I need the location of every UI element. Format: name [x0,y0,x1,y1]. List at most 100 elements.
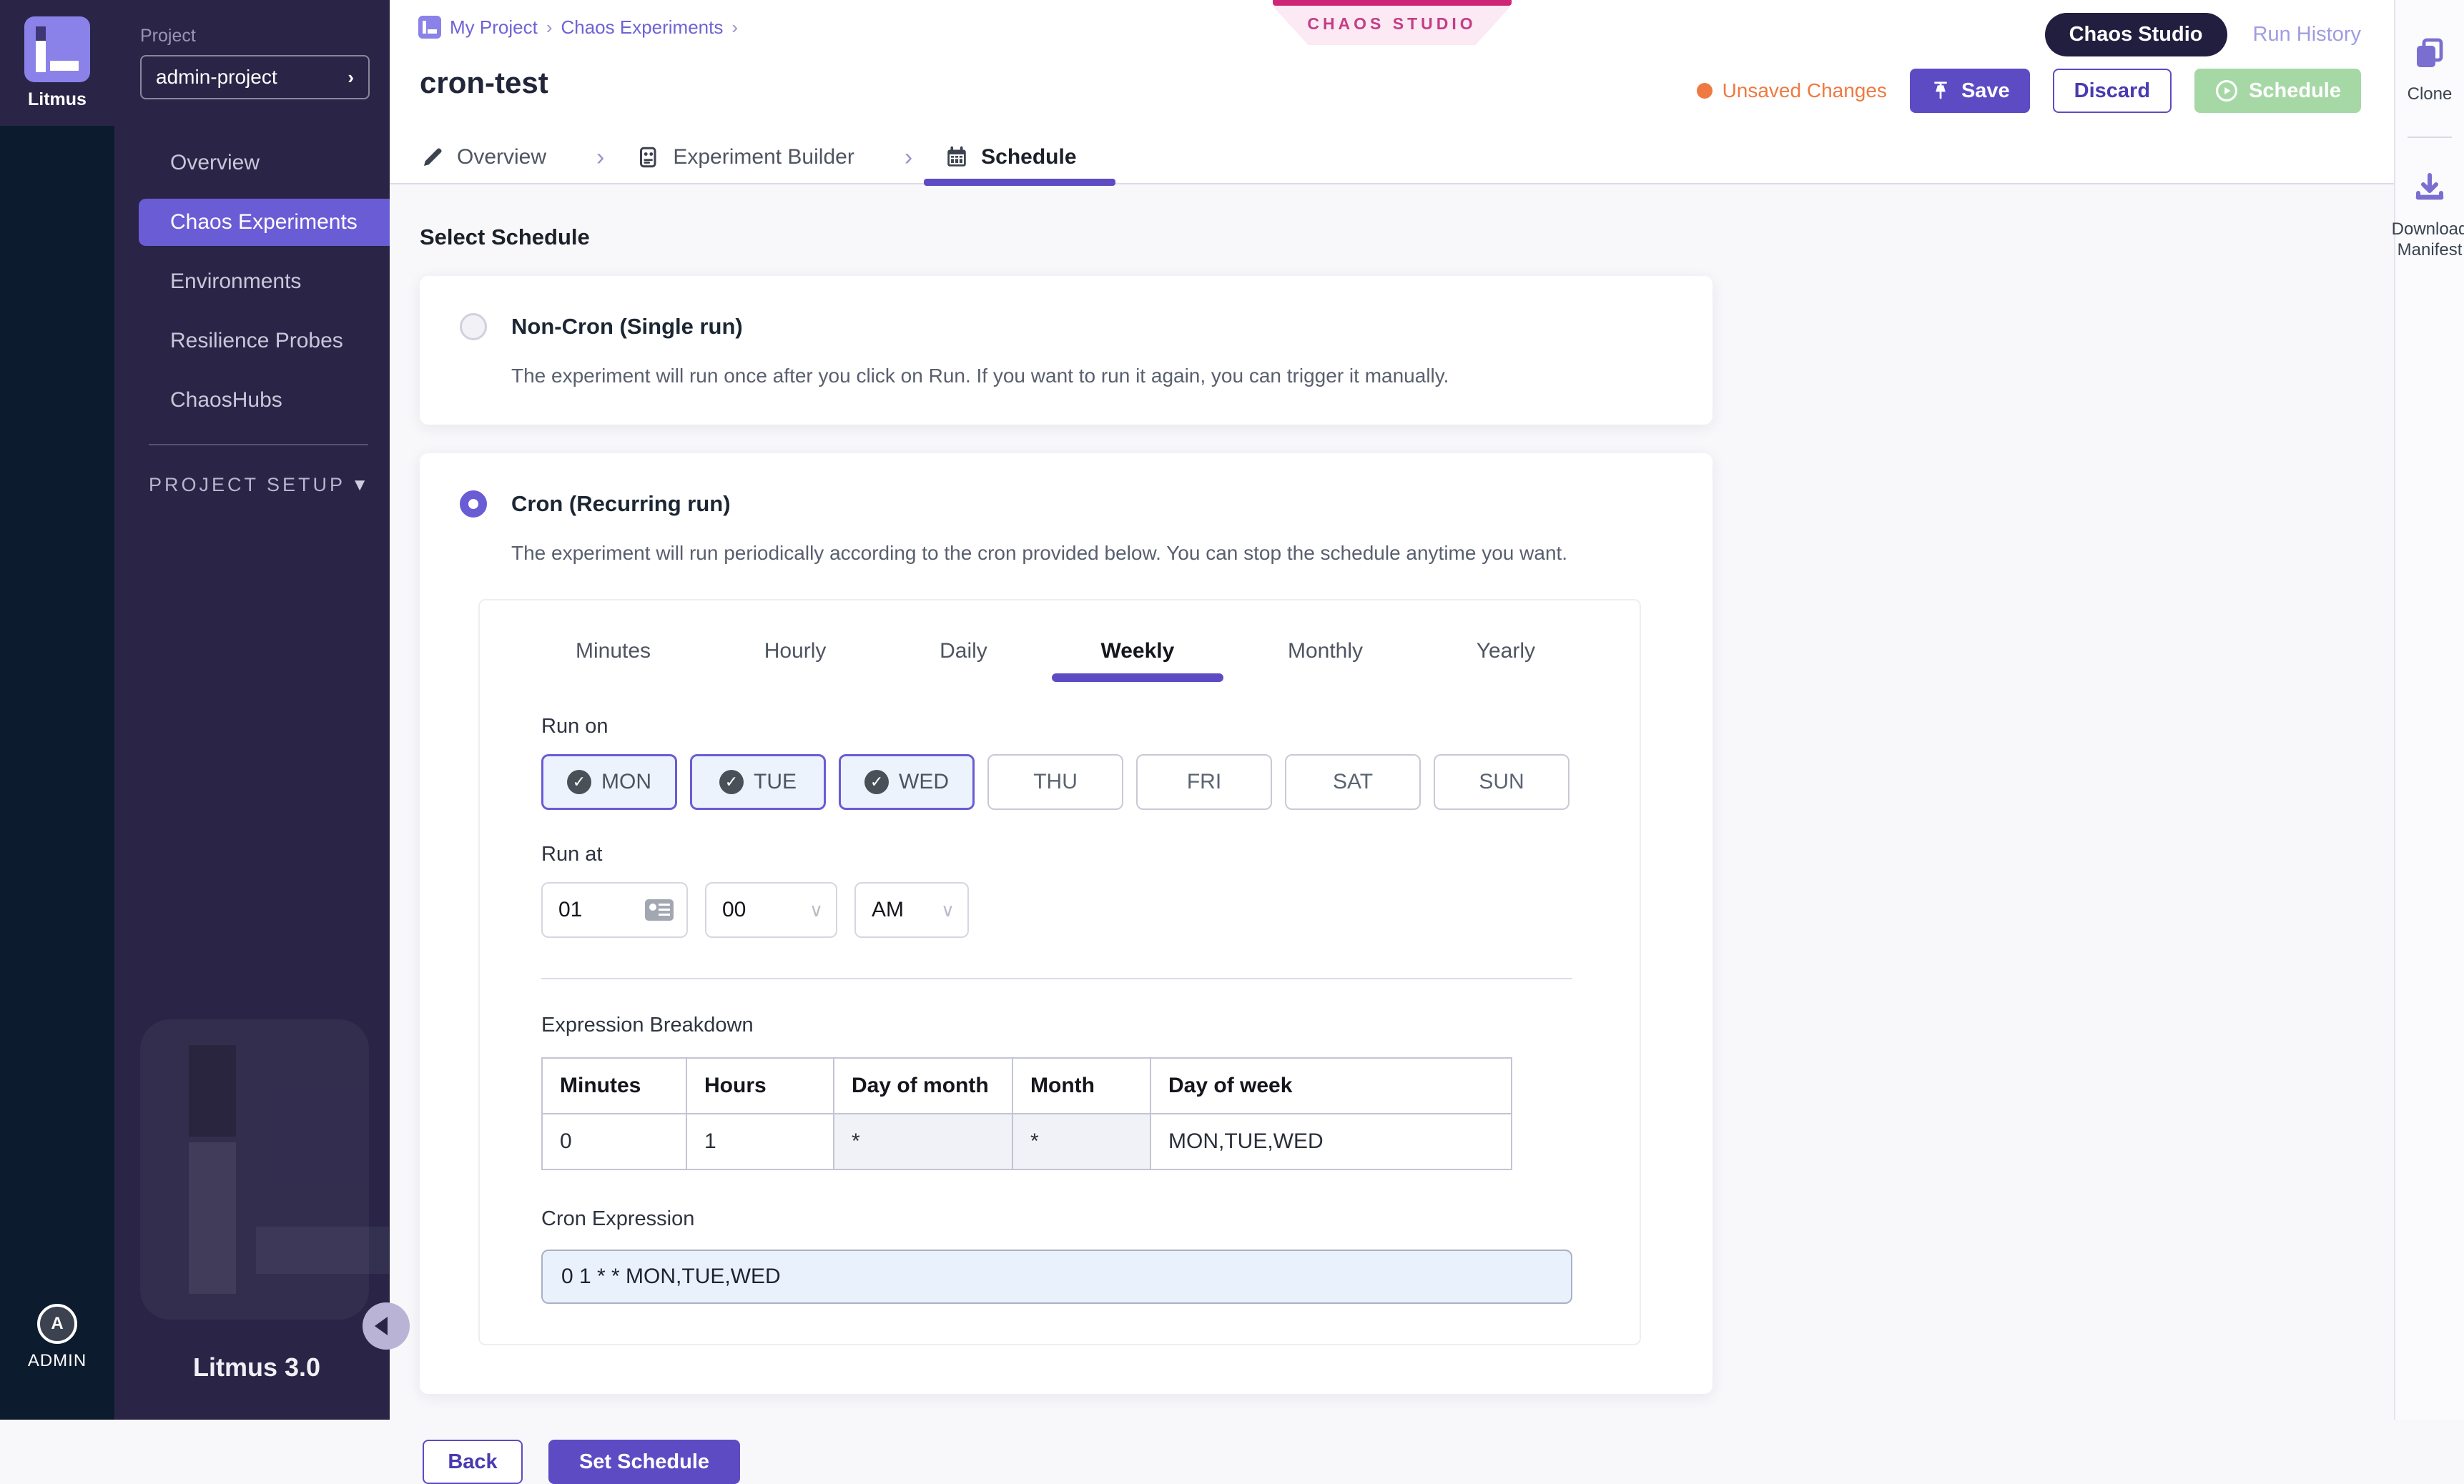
day-chip-thu[interactable]: THU [987,754,1123,810]
project-name: admin-project [156,66,277,89]
project-setup-label: PROJECT SETUP [149,474,345,496]
breakdown-col-month: Month [1012,1058,1150,1114]
breakdown-value-day-of-week: MON,TUE,WED [1150,1114,1512,1169]
download-manifest-button[interactable]: Download Manifest [2392,169,2464,261]
admin-avatar[interactable]: A [37,1304,77,1344]
cron-tab-minutes[interactable]: Minutes [568,626,658,682]
litmus-logo-label: Litmus [28,89,87,110]
right-rail-divider [2408,137,2452,138]
save-button[interactable]: Save [1910,69,2030,113]
litmus-logo[interactable]: Litmus [0,0,114,126]
cron-expression-input[interactable]: 0 1 * * MON,TUE,WED [541,1250,1572,1304]
cron-tab-monthly[interactable]: Monthly [1281,626,1370,682]
breakdown-value-month: * [1012,1114,1150,1169]
expression-breakdown-table: Minutes Hours Day of month Month Day of … [541,1057,1512,1170]
day-chip-mon[interactable]: ✓ MON [541,754,677,810]
chaos-studio-banner: CHAOS STUDIO [1273,0,1512,45]
breadcrumb-separator: › [546,16,553,39]
pin-icon [1930,80,1951,102]
run-history-toggle[interactable]: Run History [2253,23,2362,46]
check-icon: ✓ [719,770,744,794]
check-icon: ✓ [567,770,591,794]
status-dot-icon [1697,83,1713,99]
breakdown-value-day-of-month: * [834,1114,1012,1169]
cron-tab-hourly[interactable]: Hourly [757,626,834,682]
sidebar: Project admin-project › Overview Chaos E… [114,0,390,1420]
breakdown-col-hours: Hours [686,1058,834,1114]
breakdown-col-day-of-month: Day of month [834,1058,1012,1114]
pencil-icon [420,144,445,170]
schedule-button-disabled[interactable]: Schedule [2194,69,2361,113]
project-selector[interactable]: admin-project › [140,55,370,99]
chevron-down-icon: ▼ [351,475,368,495]
tab-overview[interactable]: Overview [420,130,565,184]
discard-button[interactable]: Discard [2053,69,2172,113]
set-schedule-button[interactable]: Set Schedule [548,1440,740,1484]
run-on-label: Run on [541,715,1569,738]
page-title: cron-test [420,66,548,100]
cron-radio[interactable] [460,490,487,518]
main-area: My Project › Chaos Experiments › Chaos S… [390,0,2394,1420]
cron-tab-daily[interactable]: Daily [932,626,995,682]
clone-button[interactable]: Clone [2408,34,2453,105]
litmus-logo-icon [24,16,90,82]
day-chip-fri[interactable]: FRI [1136,754,1272,810]
breakdown-col-minutes: Minutes [542,1058,686,1114]
breadcrumb-litmus-icon [418,16,441,39]
chevron-down-icon: ∨ [809,899,823,921]
cron-description: The experiment will run periodically acc… [511,542,1672,565]
builder-icon [636,144,661,170]
clone-label: Clone [2408,84,2453,105]
breadcrumb-separator: › [731,16,738,39]
footer-actions: Back Set Schedule [423,1440,2394,1484]
right-rail: Clone Download Manifest [2394,0,2464,1420]
chevron-right-icon: › [348,66,354,89]
cron-card: Cron (Recurring run) The experiment will… [420,453,1713,1394]
day-chip-sat[interactable]: SAT [1285,754,1421,810]
back-button[interactable]: Back [423,1440,523,1484]
download-icon [2411,169,2448,207]
cron-builder-panel: Minutes Hourly Daily Weekly Monthly Year… [478,599,1641,1345]
header-actions: Unsaved Changes Save Discard Schedule [1697,69,2361,113]
check-icon: ✓ [864,770,889,794]
cron-tab-yearly[interactable]: Yearly [1469,626,1542,682]
breadcrumb-chaos-experiments[interactable]: Chaos Experiments [561,16,723,39]
day-chip-sun[interactable]: SUN [1434,754,1569,810]
cron-frequency-tabs: Minutes Hourly Daily Weekly Monthly Year… [541,626,1569,682]
admin-label: ADMIN [28,1351,87,1371]
tab-schedule[interactable]: Schedule [944,130,1095,184]
sidebar-collapse-button[interactable] [363,1302,410,1350]
run-at-label: Run at [541,843,1569,866]
project-label: Project [140,26,390,46]
day-chip-wed[interactable]: ✓ WED [839,754,975,810]
banner-top-bar [1273,0,1512,6]
cron-tab-weekly[interactable]: Weekly [1093,626,1181,682]
chevron-down-icon: ∨ [941,899,955,921]
time-selectors: 01 00 ∨ AM ∨ [541,882,1569,938]
schedule-content: Select Schedule Non-Cron (Single run) Th… [390,184,2394,1420]
time-picker-icon [645,899,674,921]
breadcrumb-my-project[interactable]: My Project [450,16,538,39]
non-cron-title: Non-Cron (Single run) [511,314,743,340]
meridiem-select[interactable]: AM ∨ [854,882,969,938]
cron-title: Cron (Recurring run) [511,491,731,517]
breakdown-col-day-of-week: Day of week [1150,1058,1512,1114]
breakdown-value-minutes: 0 [542,1114,686,1169]
sidebar-item-chaoshubs[interactable]: ChaosHubs [114,377,390,424]
status-label: Unsaved Changes [1723,79,1887,102]
sidebar-item-chaos-experiments[interactable]: Chaos Experiments [139,199,390,246]
minute-select[interactable]: 00 ∨ [705,882,837,938]
sidebar-item-environments[interactable]: Environments [114,258,390,305]
tab-experiment-builder[interactable]: Experiment Builder [636,130,872,184]
project-setup-toggle[interactable]: PROJECT SETUP ▼ [149,474,368,496]
download-manifest-label: Download Manifest [2392,219,2464,261]
sidebar-item-overview[interactable]: Overview [114,139,390,187]
builder-divider [541,978,1572,979]
sidebar-item-resilience-probes[interactable]: Resilience Probes [114,317,390,365]
day-chip-tue[interactable]: ✓ TUE [690,754,826,810]
experiment-tabs: Overview › Experiment Builder › [420,130,1095,184]
expression-breakdown-heading: Expression Breakdown [541,1014,1569,1037]
non-cron-radio[interactable] [460,313,487,340]
chaos-studio-toggle[interactable]: Chaos Studio [2045,13,2227,56]
hour-input[interactable]: 01 [541,882,688,938]
